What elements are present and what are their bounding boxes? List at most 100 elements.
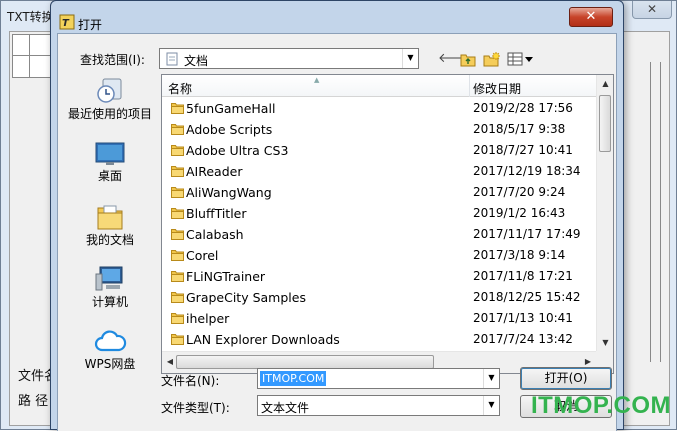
place-label: 我的文档 [85,233,134,247]
horizontal-scroll-thumb[interactable] [176,355,434,369]
file-row[interactable]: GrapeCity Samples 2018/12/25 15:42 [162,287,596,308]
sort-ascending-icon: ▲ [314,76,320,84]
look-in-value: 文档 [184,54,209,68]
wps-cloud-icon [94,330,127,352]
file-row[interactable]: Calabash 2017/11/17 17:49 [162,224,596,245]
folder-icon [171,208,184,219]
file-date: 2017/7/20 9:24 [473,185,566,199]
background-divider [660,62,661,362]
place-my-documents[interactable]: 我的文档 [64,202,156,247]
file-row[interactable]: ihelper 2017/1/13 10:41 [162,308,596,329]
file-date: 2017/7/24 13:42 [473,332,573,346]
file-name: Adobe Scripts [186,122,273,137]
file-date: 2017/12/19 18:34 [473,164,581,178]
file-type-label: 文件类型(T): [161,401,230,415]
computer-icon [95,266,123,291]
file-name: Calabash [186,227,244,242]
file-row[interactable]: AliWangWang 2017/7/20 9:24 [162,182,596,203]
file-name: Corel [186,248,219,263]
background-path-label: 路 径 [18,394,49,409]
file-name: GrapeCity Samples [186,290,306,305]
place-recent[interactable]: 最近使用的项目 [64,76,156,121]
close-button[interactable]: ✕ [569,7,613,27]
vertical-scroll-thumb[interactable] [599,95,611,152]
column-header-modified[interactable]: 修改日期 [473,80,521,97]
desktop-icon [95,142,125,165]
open-button[interactable]: 打开(O) [520,367,612,390]
file-name: 5funGameHall [186,101,276,116]
file-name: AIReader [186,164,243,179]
file-row[interactable]: Corel 2017/3/18 9:14 [162,245,596,266]
folder-icon [171,187,184,198]
place-label: 最近使用的项目 [67,107,152,121]
look-in-label: 查找范围(I): [80,53,145,67]
file-date: 2018/7/27 10:41 [473,143,573,157]
file-row[interactable]: 5funGameHall 2019/2/28 17:56 [162,98,596,119]
file-type-value: 文本文件 [261,401,310,415]
new-folder-icon[interactable] [483,50,501,68]
file-name-value: ITMOP.COM [260,371,327,386]
file-name: AliWangWang [186,185,272,200]
file-date: 2019/2/28 17:56 [473,101,573,115]
file-row[interactable]: AIReader 2017/12/19 18:34 [162,161,596,182]
view-menu-icon[interactable] [507,50,535,68]
background-divider [650,62,651,362]
background-close-button[interactable]: ✕ [632,1,672,19]
up-folder-icon[interactable] [460,50,476,68]
folder-icon [171,313,184,324]
file-row[interactable]: LAN Explorer Downloads 2017/7/24 13:42 [162,329,596,350]
folder-icon [171,292,184,303]
chevron-down-icon[interactable]: ▼ [483,396,499,415]
scroll-down-icon[interactable]: ▼ [597,334,614,351]
file-name: ihelper [186,311,230,326]
file-date: 2018/5/17 9:38 [473,122,566,136]
svg-text:T: T [62,18,70,29]
file-date: 2017/11/17 17:49 [473,227,581,241]
folder-icon [171,124,184,135]
file-row[interactable]: FLiNGTrainer 2017/11/8 17:21 [162,266,596,287]
file-date: 2018/12/25 15:42 [473,290,581,304]
chevron-down-icon[interactable]: ▼ [483,369,499,388]
file-date: 2017/1/13 10:41 [473,311,573,325]
file-name-input[interactable]: ITMOP.COM ▼ [257,368,500,389]
recent-places-icon [97,78,122,103]
folder-icon [171,271,184,282]
folder-icon [171,250,184,261]
background-window-title: TXT转换 [7,10,54,24]
my-documents-icon [97,205,123,230]
file-row[interactable]: Adobe Ultra CS3 2018/7/27 10:41 [162,140,596,161]
column-header-name[interactable]: 名称 [168,80,192,97]
file-row[interactable]: Adobe Scripts 2018/5/17 9:38 [162,119,596,140]
file-name: Adobe Ultra CS3 [186,143,289,158]
vertical-scrollbar[interactable]: ▲ ▼ [596,75,613,351]
dialog-body: 查找范围(I): 文档 ▼ 🡐 最近使用的项目 桌面 我的文档 计算机 WPS网… [57,33,617,431]
file-date: 2019/1/2 16:43 [473,206,566,220]
place-wps-cloud[interactable]: WPS网盘 [64,328,156,371]
scroll-up-icon[interactable]: ▲ [597,75,614,92]
list-header: ▲ 名称 修改日期 [162,75,596,97]
folder-icon [171,145,184,156]
folder-icon [171,334,184,345]
look-in-select[interactable]: 文档 ▼ [159,48,419,69]
place-desktop[interactable]: 桌面 [64,140,156,183]
file-name-label: 文件名(N): [161,374,220,388]
file-row[interactable]: BluffTitler 2019/1/2 16:43 [162,203,596,224]
folder-icon [171,229,184,240]
file-type-select[interactable]: 文本文件 ▼ [257,395,500,416]
column-separator[interactable] [469,75,470,97]
folder-icon [171,166,184,177]
file-date: 2017/11/8 17:21 [473,269,573,283]
file-date: 2017/3/18 9:14 [473,248,566,262]
dialog-title: 打开 [78,18,103,32]
file-rows: 5funGameHall 2019/2/28 17:56 Adobe Scripts… [162,98,596,351]
place-label: 计算机 [91,295,128,309]
place-computer[interactable]: 计算机 [64,264,156,309]
place-label: 桌面 [97,169,122,183]
chevron-down-icon[interactable]: ▼ [402,49,418,68]
file-name: LAN Explorer Downloads [186,332,340,347]
documents-folder-icon [166,52,178,66]
place-label: WPS网盘 [84,357,136,371]
folder-icon [171,103,184,114]
file-name: FLiNGTrainer [186,269,266,284]
file-list[interactable]: ▲ 名称 修改日期 5funGameHall 2019/2/28 17:56 Ado… [161,74,614,374]
